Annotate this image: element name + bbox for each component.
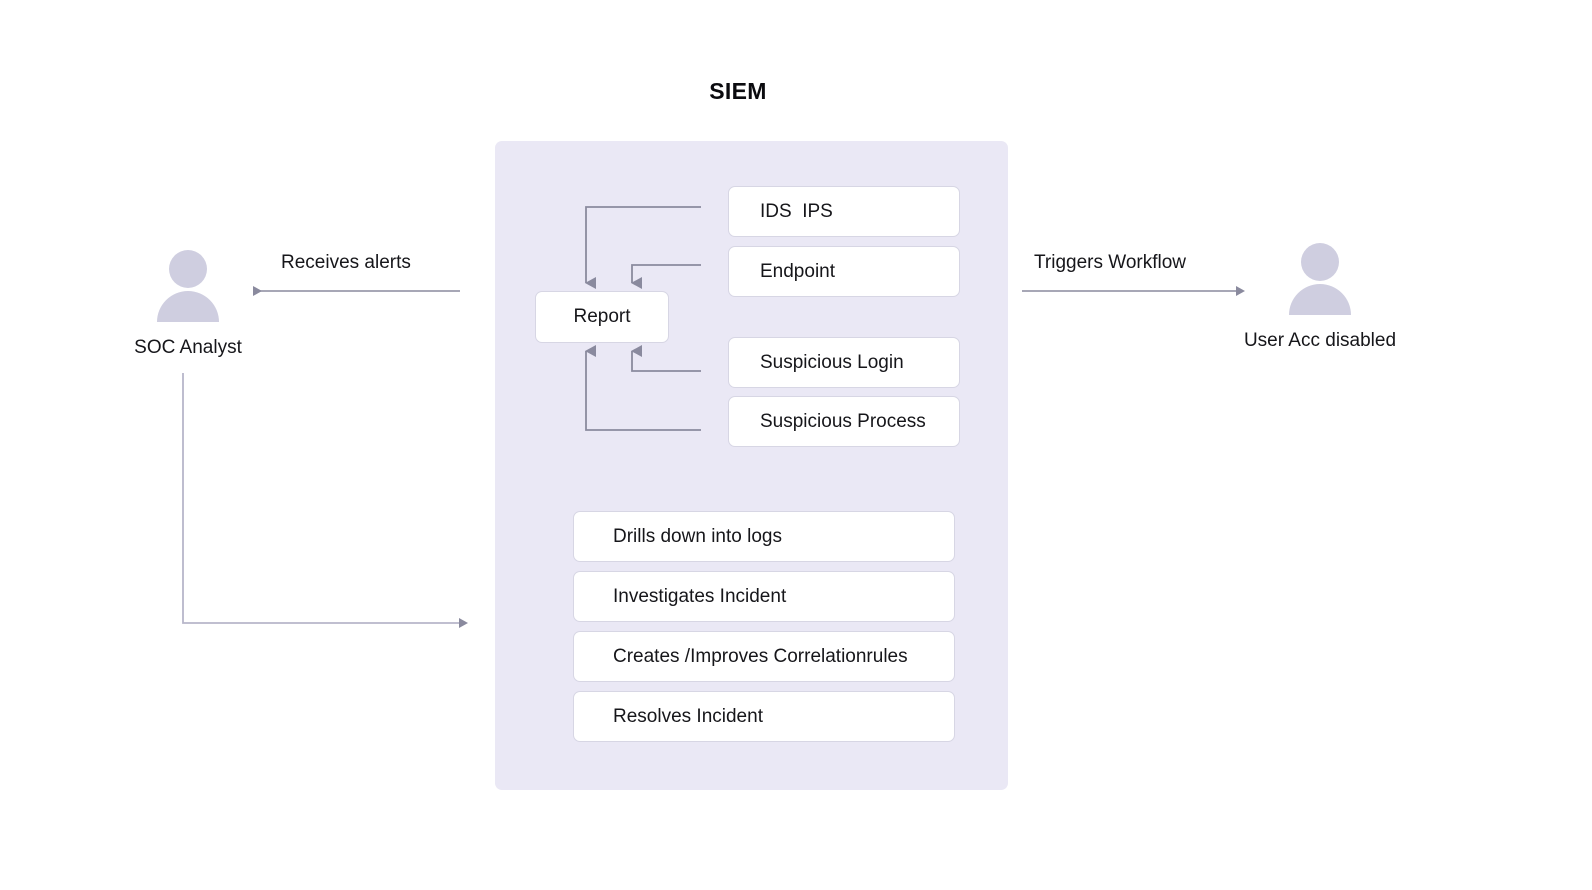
edge-label-receives-alerts: Receives alerts	[281, 252, 411, 273]
node-suspicious-login[interactable]: Suspicious Login	[728, 337, 960, 388]
actor-soc-analyst: SOC Analyst	[108, 250, 268, 359]
node-suspicious-process[interactable]: Suspicious Process	[728, 396, 960, 447]
person-body-icon	[1289, 284, 1351, 315]
node-endpoint[interactable]: Endpoint	[728, 246, 960, 297]
person-icon	[1289, 243, 1351, 315]
node-suspicious-login-label: Suspicious Login	[760, 351, 904, 373]
node-investigates-incident[interactable]: Investigates Incident	[573, 571, 955, 622]
node-ids-ips-label: IDS IPS	[760, 200, 833, 222]
node-creates-improves-correlation-rules[interactable]: Creates /Improves Correlationrules	[573, 631, 955, 682]
person-body-icon	[157, 291, 219, 322]
node-ids-ips[interactable]: IDS IPS	[728, 186, 960, 237]
node-endpoint-label: Endpoint	[760, 260, 836, 282]
node-creates-improves-correlation-rules-label: Creates /Improves Correlationrules	[613, 645, 908, 667]
actor-user-acc-disabled-label: User Acc disabled	[1243, 330, 1397, 351]
edge-label-triggers-workflow: Triggers Workflow	[1034, 252, 1187, 273]
page-title: SIEM	[709, 78, 767, 104]
person-icon	[157, 250, 219, 322]
node-report-label: Report	[573, 306, 631, 327]
node-resolves-incident[interactable]: Resolves Incident	[573, 691, 955, 742]
node-drills-down-into-logs[interactable]: Drills down into logs	[573, 511, 955, 562]
actor-user-acc-disabled: User Acc disabled	[1240, 243, 1400, 352]
edge-analyst-to-actions	[182, 373, 468, 628]
node-resolves-incident-label: Resolves Incident	[613, 705, 763, 727]
person-head-icon	[1301, 243, 1339, 281]
node-suspicious-process-label: Suspicious Process	[760, 410, 926, 432]
node-investigates-incident-label: Investigates Incident	[613, 585, 787, 607]
node-report[interactable]: Report	[535, 291, 669, 343]
person-head-icon	[169, 250, 207, 288]
node-drills-down-into-logs-label: Drills down into logs	[613, 525, 782, 547]
actor-soc-analyst-label: SOC Analyst	[134, 337, 242, 358]
diagram-canvas: SIEM SOC Analyst User Acc disabled Recei…	[0, 0, 1592, 890]
